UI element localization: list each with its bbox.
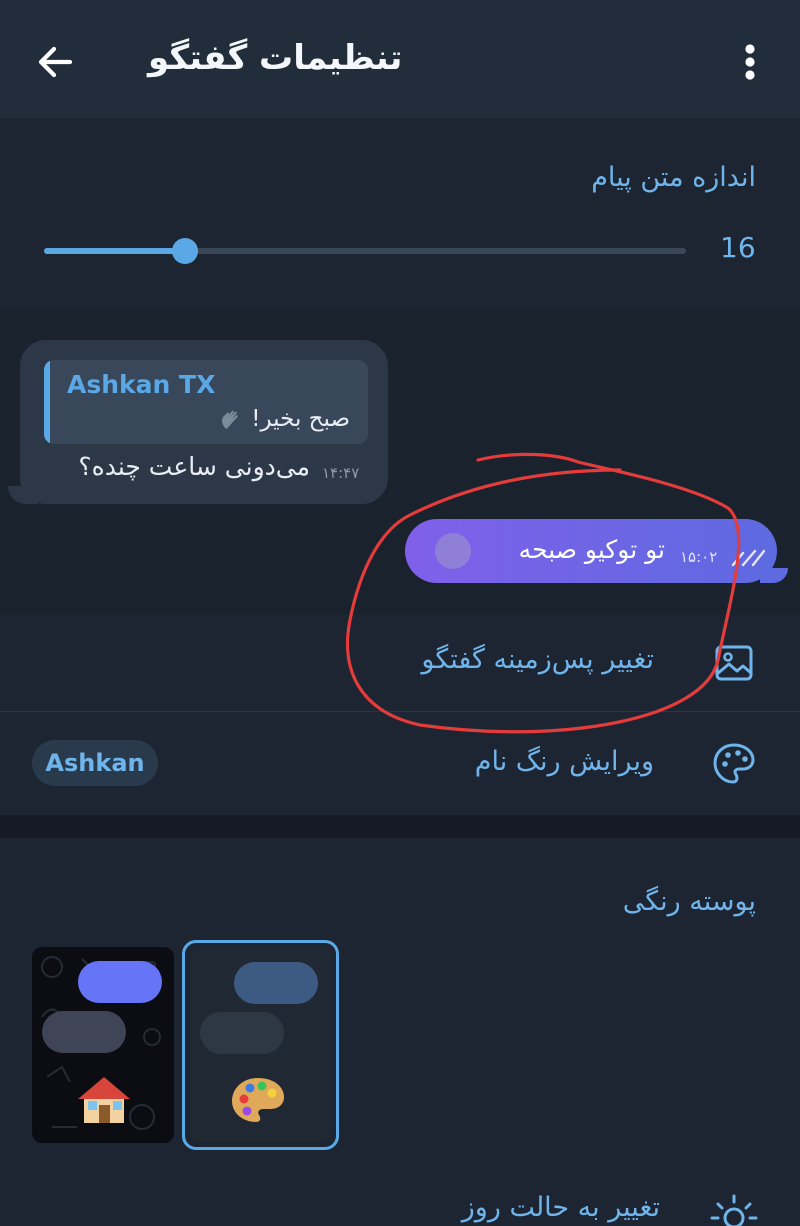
name-color-chip[interactable]: Ashkan xyxy=(32,740,158,786)
double-check-icon xyxy=(731,549,765,567)
text-size-slider[interactable] xyxy=(44,238,686,264)
change-background-label: تغییر پس‌زمینه گفتگو xyxy=(421,644,654,675)
slider-thumb[interactable] xyxy=(172,238,199,264)
color-theme-section: پوسته رنگی xyxy=(0,838,800,1226)
section-gap xyxy=(0,815,800,838)
reply-sender-name: Ashkan TX xyxy=(67,370,216,399)
artist-palette-icon xyxy=(232,1078,284,1122)
back-arrow-icon[interactable] xyxy=(30,36,82,88)
theme-incoming-pill xyxy=(200,1012,284,1054)
reply-quote-text: صبح بخیر! xyxy=(251,406,350,432)
edit-name-color-label: ویرایش رنگ نام xyxy=(474,746,654,777)
reply-quote: Ashkan TX صبح بخیر! xyxy=(44,360,368,444)
text-size-title: اندازه متن پیام xyxy=(591,162,756,193)
change-background-row[interactable]: تغییر پس‌زمینه گفتگو xyxy=(0,614,800,711)
color-theme-title: پوسته رنگی xyxy=(622,886,756,917)
text-size-section: اندازه متن پیام 16 xyxy=(0,118,800,310)
theme-card-default[interactable] xyxy=(190,948,331,1142)
reply-quote-text-line: صبح بخیر! xyxy=(218,406,350,433)
page-title: تنظیمات گفتگو xyxy=(148,38,403,78)
outgoing-message-time: ۱۵:۰۲ xyxy=(680,548,718,566)
incoming-message-time: ۱۴:۴۷ xyxy=(322,464,360,482)
switch-day-mode-label[interactable]: تغییر به حالت روز xyxy=(462,1192,660,1223)
incoming-message-text: می‌دونی ساعت چنده؟ xyxy=(78,452,310,481)
outgoing-message-bubble: تو توکیو صبحه ۱۵:۰۲ xyxy=(405,519,777,583)
more-options-icon[interactable] xyxy=(730,38,770,86)
theme-outgoing-pill xyxy=(234,962,318,1004)
chat-preview: Ashkan TX صبح بخیر! می‌دونی ساعت چنده؟ ۱… xyxy=(0,310,800,614)
avatar xyxy=(435,533,471,569)
house-icon xyxy=(78,1077,130,1123)
theme-incoming-pill xyxy=(42,1011,126,1053)
theme-outgoing-pill xyxy=(78,961,162,1003)
waving-hand-icon xyxy=(221,410,238,429)
outgoing-message-text: تو توکیو صبحه xyxy=(518,535,665,564)
slider-fill xyxy=(44,248,186,254)
palette-icon xyxy=(713,743,755,784)
sun-icon xyxy=(710,1194,758,1226)
app-bar: تنظیمات گفتگو xyxy=(0,0,800,118)
theme-card-dark[interactable] xyxy=(32,947,174,1143)
reply-accent-bar xyxy=(44,360,50,444)
incoming-message-bubble: Ashkan TX صبح بخیر! می‌دونی ساعت چنده؟ ۱… xyxy=(20,340,388,504)
wallpaper-image-icon xyxy=(715,645,753,681)
text-size-value: 16 xyxy=(720,231,756,264)
edit-name-color-row[interactable]: ویرایش رنگ نام Ashkan xyxy=(0,712,800,815)
